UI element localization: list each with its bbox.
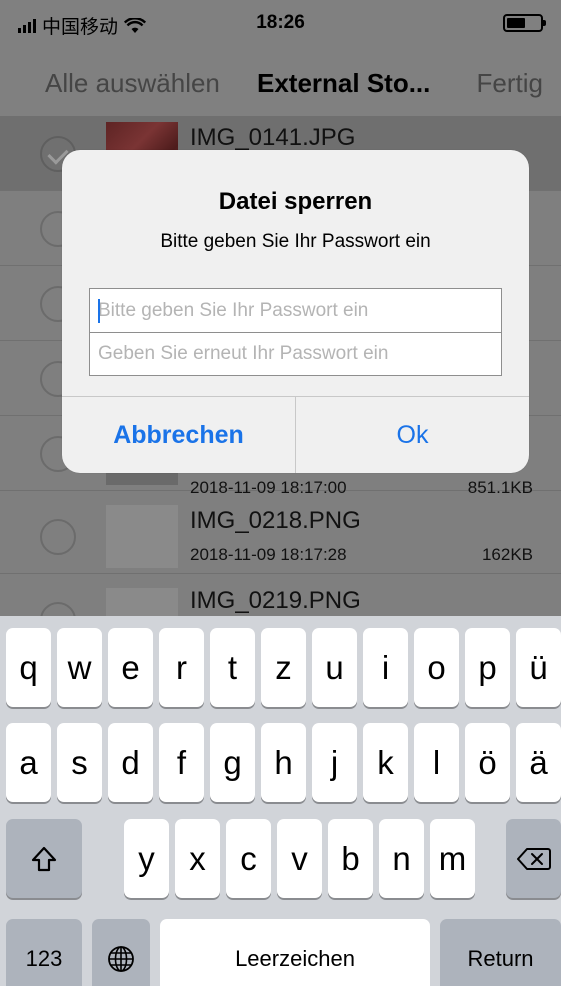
clock: 18:26 — [256, 12, 305, 33]
select-all-button[interactable]: Alle auswählen — [45, 68, 220, 99]
file-date: 2018-11-09 18:17:00 — [190, 478, 347, 497]
key-s[interactable]: s — [57, 723, 102, 802]
file-date: 2018-11-09 18:17:28 — [190, 545, 347, 564]
checkbox-icon[interactable] — [40, 602, 76, 616]
navigation-bar: Alle auswählen External Sto... Fertig — [0, 46, 561, 116]
shift-key[interactable] — [6, 819, 82, 898]
lock-file-dialog: Datei sperren Bitte geben Sie Ihr Passwo… — [62, 150, 529, 473]
text-caret — [98, 299, 100, 323]
key-e[interactable]: e — [108, 628, 153, 707]
key-z[interactable]: z — [261, 628, 306, 707]
key-l[interactable]: l — [414, 723, 459, 802]
key-y[interactable]: y — [124, 819, 169, 898]
battery-icon — [503, 14, 546, 32]
file-row[interactable]: IMG_0218.PNG 2018-11-09 18:17:28 162KB — [0, 499, 561, 574]
key-f[interactable]: f — [159, 723, 204, 802]
delete-key[interactable] — [506, 819, 561, 898]
keyboard: q w e r t z u i o p ü a s d f g h j k l … — [0, 616, 561, 986]
ok-button[interactable]: Ok — [296, 397, 529, 473]
dialog-title: Datei sperren — [218, 188, 373, 215]
backspace-icon — [516, 847, 551, 870]
key-a[interactable]: a — [6, 723, 51, 802]
password-field[interactable] — [89, 288, 502, 332]
dialog-message: Bitte geben Sie Ihr Passwort ein — [160, 231, 431, 252]
file-name: IMG_0219.PNG — [190, 587, 361, 614]
page-title: External Sto... — [257, 68, 431, 98]
file-name: IMG_0141.JPG — [190, 124, 356, 151]
key-ae[interactable]: ä — [516, 723, 561, 802]
key-i[interactable]: i — [363, 628, 408, 707]
key-d[interactable]: d — [108, 723, 153, 802]
dialog-actions: Abbrechen Ok — [62, 396, 529, 473]
file-size: 851.1KB — [467, 478, 533, 497]
key-n[interactable]: n — [379, 819, 424, 898]
key-g[interactable]: g — [210, 723, 255, 802]
key-j[interactable]: j — [312, 723, 357, 802]
file-row[interactable]: IMG_0219.PNG — [0, 582, 561, 616]
key-c[interactable]: c — [226, 819, 271, 898]
key-w[interactable]: w — [57, 628, 102, 707]
space-key[interactable]: Leerzeichen — [160, 919, 430, 986]
checkbox-icon[interactable] — [40, 519, 76, 555]
file-thumbnail — [106, 588, 178, 616]
status-bar: 中国移动 18:26 — [0, 0, 561, 46]
file-thumbnail — [106, 505, 178, 568]
file-size: 162KB — [481, 545, 533, 564]
cancel-button[interactable]: Abbrechen — [62, 397, 296, 473]
key-u[interactable]: u — [312, 628, 357, 707]
numbers-key[interactable]: 123 — [6, 919, 82, 986]
key-oe[interactable]: ö — [465, 723, 510, 802]
key-o[interactable]: o — [414, 628, 459, 707]
key-p[interactable]: p — [465, 628, 510, 707]
key-h[interactable]: h — [261, 723, 306, 802]
key-q[interactable]: q — [6, 628, 51, 707]
globe-key[interactable] — [92, 919, 150, 986]
key-k[interactable]: k — [363, 723, 408, 802]
key-x[interactable]: x — [175, 819, 220, 898]
return-key[interactable]: Return — [440, 919, 561, 986]
globe-icon — [108, 945, 134, 972]
confirm-password-field[interactable] — [89, 332, 502, 376]
key-ue[interactable]: ü — [516, 628, 561, 707]
done-button[interactable]: Fertig — [477, 68, 543, 99]
file-name: IMG_0218.PNG — [190, 507, 361, 534]
key-t[interactable]: t — [210, 628, 255, 707]
key-r[interactable]: r — [159, 628, 204, 707]
key-m[interactable]: m — [430, 819, 475, 898]
key-b[interactable]: b — [328, 819, 373, 898]
key-v[interactable]: v — [277, 819, 322, 898]
shift-icon — [31, 846, 57, 871]
